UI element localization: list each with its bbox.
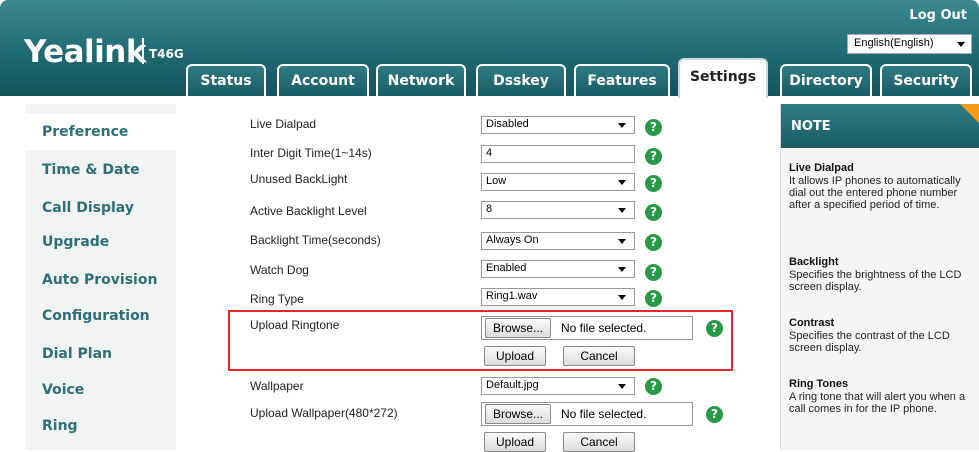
backlight-time-label: Backlight Time(seconds) bbox=[250, 233, 381, 247]
note-text-contrast: Specifies the contrast of the LCD screen… bbox=[789, 330, 950, 354]
logo-separator bbox=[142, 38, 144, 64]
tab-settings[interactable]: Settings bbox=[678, 58, 768, 98]
note-heading-backlight: Backlight bbox=[789, 256, 839, 268]
live-dialpad-value: Disabled bbox=[486, 118, 529, 130]
live-dialpad-label: Live Dialpad bbox=[250, 117, 317, 131]
note-text-ring-tones: A ring tone that will alert you when a c… bbox=[789, 391, 966, 415]
language-select[interactable]: English(English) bbox=[847, 34, 972, 54]
note-corner-flag bbox=[960, 104, 979, 124]
watch-dog-label: Watch Dog bbox=[250, 263, 309, 277]
wallpaper-value: Default.jpg bbox=[486, 379, 539, 391]
note-text-backlight: Specifies the brightness of the LCD scre… bbox=[789, 269, 962, 293]
sidebar: Preference Time & Date Call Display Upgr… bbox=[26, 104, 176, 450]
backlight-time-value: Always On bbox=[486, 234, 539, 246]
wallpaper-file-status: No file selected. bbox=[561, 407, 647, 421]
upload-ringtone-label: Upload Ringtone bbox=[250, 318, 340, 332]
tab-status[interactable]: Status bbox=[186, 64, 266, 96]
sidebar-item-upgrade[interactable]: Upgrade bbox=[42, 234, 109, 250]
wallpaper-upload-button[interactable]: Upload bbox=[484, 432, 546, 452]
unused-backlight-label: Unused BackLight bbox=[250, 172, 348, 186]
upload-wallpaper-label: Upload Wallpaper(480*272) bbox=[250, 406, 398, 420]
sidebar-item-configuration[interactable]: Configuration bbox=[42, 308, 150, 324]
help-icon[interactable]: ? bbox=[706, 320, 723, 337]
wallpaper-browse-button[interactable]: Browse... bbox=[485, 404, 551, 424]
watch-dog-select[interactable]: Enabled bbox=[481, 260, 635, 278]
help-icon[interactable]: ? bbox=[645, 264, 662, 281]
ringtone-cancel-button[interactable]: Cancel bbox=[563, 346, 635, 366]
chevron-down-icon bbox=[618, 267, 626, 272]
logout-link[interactable]: Log Out bbox=[909, 8, 967, 23]
chevron-down-icon bbox=[618, 123, 626, 128]
inter-digit-label: Inter Digit Time(1~14s) bbox=[250, 146, 372, 160]
active-backlight-select[interactable]: 8 bbox=[481, 201, 635, 219]
active-backlight-value: 8 bbox=[486, 203, 493, 215]
sidebar-item-time-date[interactable]: Time & Date bbox=[42, 162, 140, 178]
ring-type-label: Ring Type bbox=[250, 292, 304, 306]
unused-backlight-value: Low bbox=[486, 175, 507, 187]
ringtone-upload-button[interactable]: Upload bbox=[484, 346, 546, 366]
wallpaper-select[interactable]: Default.jpg bbox=[481, 377, 635, 395]
help-icon[interactable]: ? bbox=[706, 406, 723, 423]
ringtone-file-status: No file selected. bbox=[561, 321, 647, 335]
ring-type-value: Ring1.wav bbox=[486, 290, 538, 302]
live-dialpad-select[interactable]: Disabled bbox=[481, 116, 635, 134]
tab-security[interactable]: Security bbox=[880, 64, 972, 96]
note-title: NOTE bbox=[791, 119, 831, 134]
model-label: T46G bbox=[149, 47, 184, 61]
chevron-down-icon bbox=[618, 384, 626, 389]
tab-network[interactable]: Network bbox=[376, 64, 466, 96]
chevron-down-icon bbox=[618, 239, 626, 244]
wallpaper-cancel-button[interactable]: Cancel bbox=[563, 432, 635, 452]
help-icon[interactable]: ? bbox=[645, 290, 662, 307]
help-icon[interactable]: ? bbox=[645, 204, 662, 221]
chevron-down-icon bbox=[957, 42, 965, 47]
tab-directory[interactable]: Directory bbox=[780, 64, 872, 96]
active-backlight-label: Active Backlight Level bbox=[250, 204, 367, 218]
tab-dsskey[interactable]: Dsskey bbox=[476, 64, 566, 96]
ring-type-select[interactable]: Ring1.wav bbox=[481, 288, 635, 306]
tab-account[interactable]: Account bbox=[277, 64, 369, 96]
sidebar-item-preference[interactable]: Preference bbox=[42, 124, 128, 140]
chevron-down-icon bbox=[618, 208, 626, 213]
note-panel: NOTE Live Dialpad It allows IP phones to… bbox=[780, 104, 979, 450]
help-icon[interactable]: ? bbox=[645, 119, 662, 136]
unused-backlight-select[interactable]: Low bbox=[481, 173, 635, 191]
chevron-down-icon bbox=[618, 295, 626, 300]
note-text-live-dialpad: It allows IP phones to automatically dia… bbox=[789, 175, 961, 211]
yealink-logo: Yealink bbox=[24, 34, 146, 70]
note-heading-ring-tones: Ring Tones bbox=[789, 378, 849, 390]
watch-dog-value: Enabled bbox=[486, 262, 527, 274]
sidebar-item-voice[interactable]: Voice bbox=[42, 382, 84, 398]
wallpaper-label: Wallpaper bbox=[250, 379, 304, 393]
chevron-down-icon bbox=[618, 180, 626, 185]
note-heading-contrast: Contrast bbox=[789, 317, 835, 329]
inter-digit-input[interactable]: 4 bbox=[481, 145, 635, 163]
help-icon[interactable]: ? bbox=[645, 175, 662, 192]
note-heading-live-dialpad: Live Dialpad bbox=[789, 162, 854, 174]
language-value: English(English) bbox=[854, 37, 934, 49]
sidebar-item-call-display[interactable]: Call Display bbox=[42, 200, 134, 216]
help-icon[interactable]: ? bbox=[645, 234, 662, 251]
sidebar-item-auto-provision[interactable]: Auto Provision bbox=[42, 272, 157, 288]
header-bar: Yealink T46G Log Out English(English) St… bbox=[0, 0, 979, 98]
note-header: NOTE bbox=[781, 104, 979, 148]
backlight-time-select[interactable]: Always On bbox=[481, 232, 635, 250]
help-icon[interactable]: ? bbox=[645, 148, 662, 165]
tab-features[interactable]: Features bbox=[574, 64, 670, 96]
sidebar-item-dial-plan[interactable]: Dial Plan bbox=[42, 346, 112, 362]
ringtone-browse-button[interactable]: Browse... bbox=[485, 318, 551, 338]
help-icon[interactable]: ? bbox=[645, 378, 662, 395]
sidebar-item-ring[interactable]: Ring bbox=[42, 418, 78, 434]
